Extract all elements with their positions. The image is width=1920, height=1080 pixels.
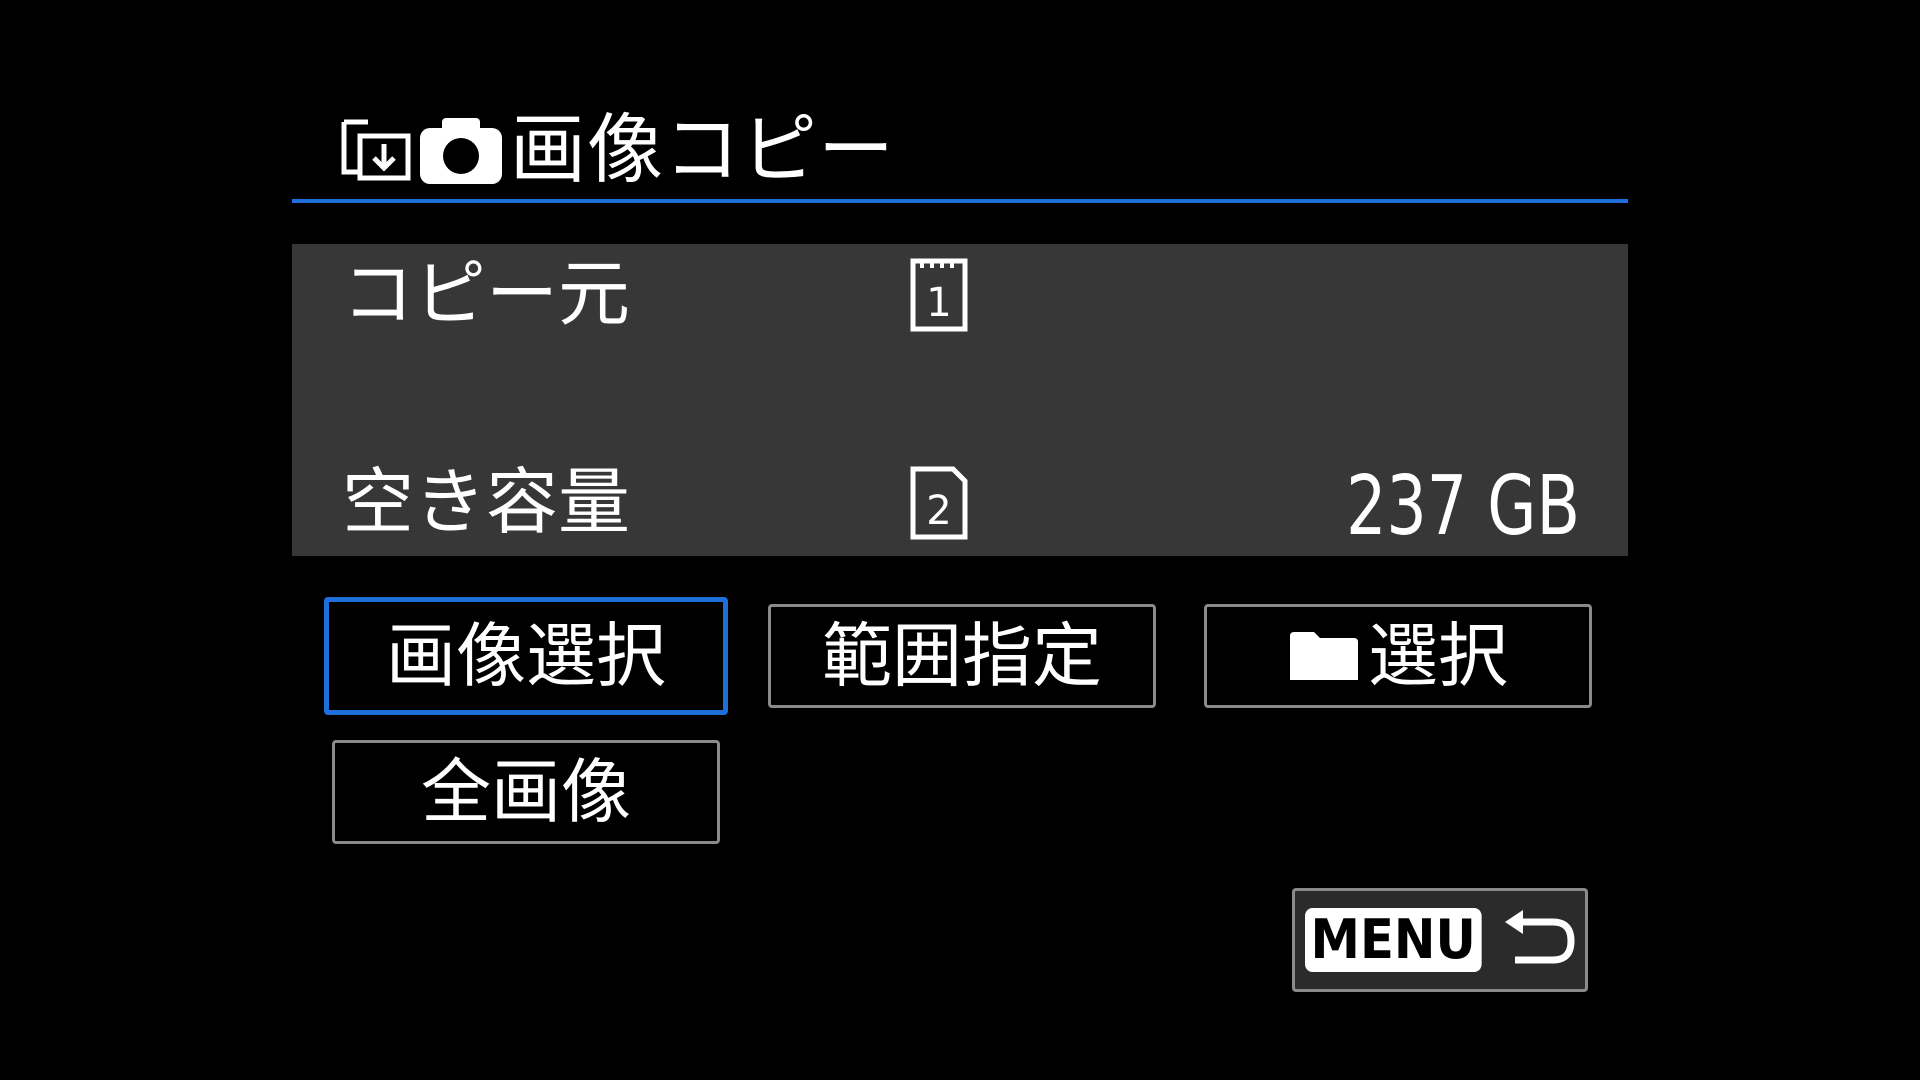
return-arrow-icon bbox=[1504, 910, 1575, 964]
select-folder-label: 選択 bbox=[1368, 615, 1508, 697]
select-images-label: 画像選択 bbox=[386, 615, 666, 697]
card-slot-2-icon: 2 bbox=[910, 466, 968, 540]
all-images-label: 全画像 bbox=[421, 751, 631, 833]
free-space-label: 空き容量 bbox=[342, 460, 631, 544]
copy-source-label: コピー元 bbox=[342, 252, 631, 336]
select-range-button[interactable]: 範囲指定 bbox=[768, 604, 1156, 708]
page-title: 画像コピー bbox=[510, 105, 895, 194]
svg-text:1: 1 bbox=[926, 280, 951, 326]
select-folder-button[interactable]: 選択 bbox=[1204, 604, 1592, 708]
folder-icon bbox=[1290, 632, 1358, 680]
camera-icon bbox=[420, 118, 502, 184]
svg-text:2: 2 bbox=[926, 488, 951, 534]
copy-info-panel: コピー元 1 空き容量 2 237 GB bbox=[292, 244, 1628, 556]
free-space-value: 237 GB bbox=[1346, 459, 1580, 554]
screen-header: 画像コピー bbox=[338, 110, 895, 190]
menu-back-button[interactable]: MENU bbox=[1292, 888, 1588, 992]
all-images-button[interactable]: 全画像 bbox=[332, 740, 720, 844]
title-divider bbox=[292, 199, 1628, 203]
select-images-button[interactable]: 画像選択 bbox=[324, 597, 728, 715]
select-range-label: 範囲指定 bbox=[822, 615, 1102, 697]
card-slot-1-icon: 1 bbox=[910, 258, 968, 332]
copy-to-card-icon bbox=[341, 119, 411, 181]
menu-label: MENU bbox=[1305, 908, 1482, 972]
